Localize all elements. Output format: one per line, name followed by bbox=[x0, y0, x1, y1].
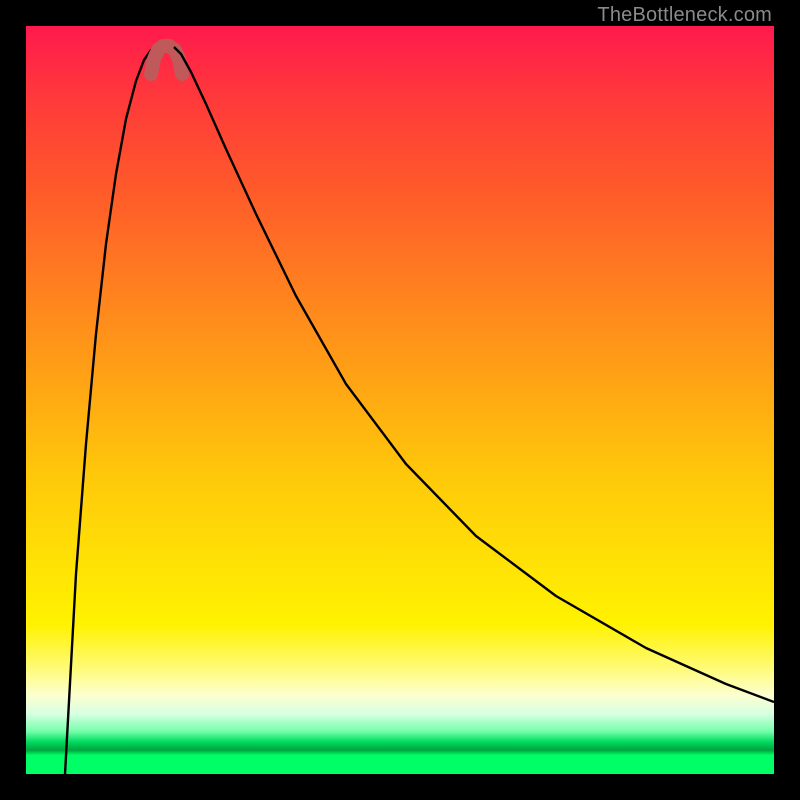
chart-frame: TheBottleneck.com bbox=[0, 0, 800, 800]
watermark-text: TheBottleneck.com bbox=[597, 4, 772, 27]
curve-layer bbox=[26, 26, 774, 774]
plot-area bbox=[26, 26, 774, 774]
left-falling-curve bbox=[65, 47, 159, 774]
right-rising-curve bbox=[174, 47, 774, 702]
